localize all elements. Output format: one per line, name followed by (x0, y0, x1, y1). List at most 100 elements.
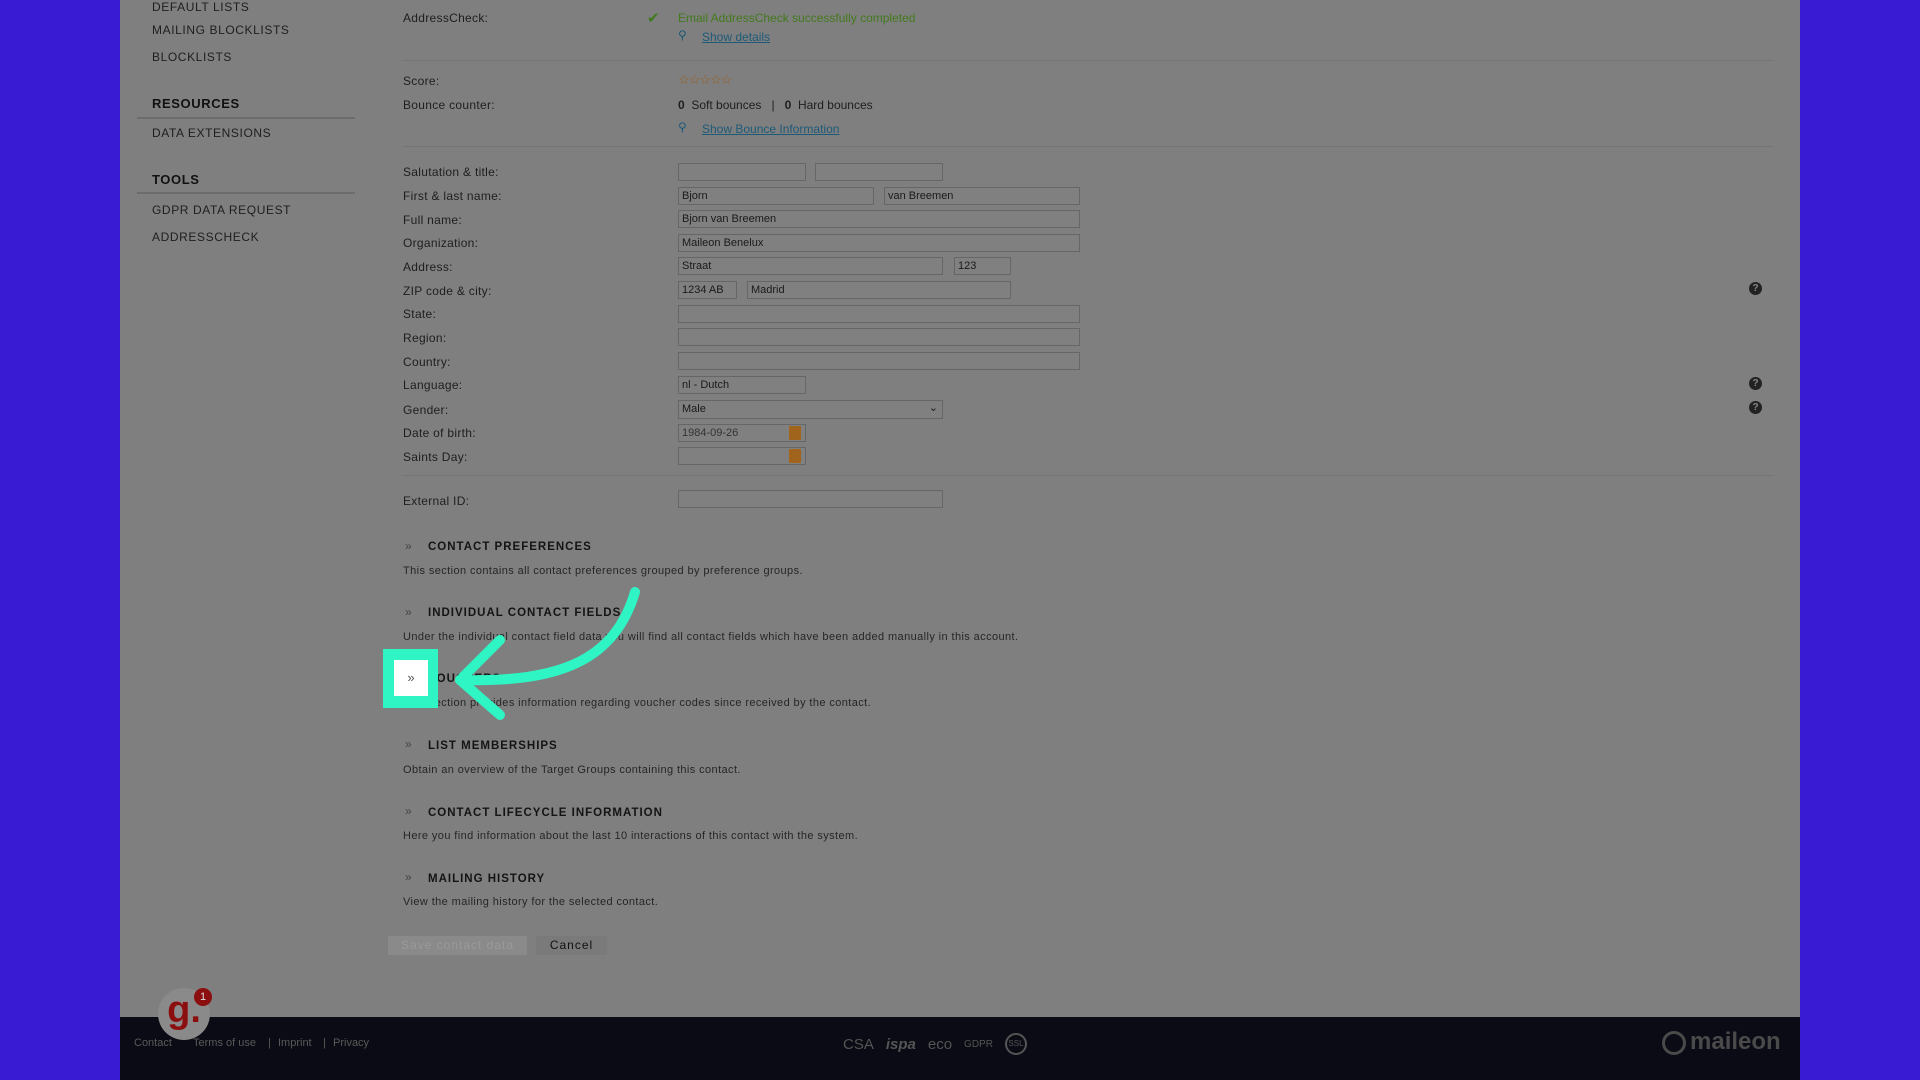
vouchers-expand-button[interactable]: » (394, 660, 428, 696)
dob-label: Date of birth: (403, 426, 476, 440)
sidebar-item-blocklists[interactable]: BLOCKLISTS (152, 50, 232, 64)
section-desc: Obtain an overview of the Target Groups … (403, 764, 741, 776)
sidebar-item-gdpr-data-request[interactable]: GDPR DATA REQUEST (152, 203, 291, 217)
bounce-label: Bounce counter: (403, 98, 495, 112)
country-input[interactable] (678, 352, 1080, 370)
section-title-list-memberships[interactable]: LIST MEMBERSHIPS (428, 740, 558, 752)
expand-icon[interactable]: » (405, 804, 412, 818)
separator: | (771, 98, 775, 112)
score-label: Score: (403, 74, 440, 88)
maileon-logo-icon (1662, 1031, 1686, 1055)
name-label: First & last name: (403, 189, 502, 203)
search-icon: ⚲ (678, 28, 687, 42)
divider (403, 146, 1773, 147)
street-input[interactable]: Straat (678, 257, 943, 275)
sidebar-item-data-extensions[interactable]: DATA EXTENSIONS (152, 126, 271, 140)
sidebar-heading-resources: RESOURCES (152, 96, 240, 111)
gdpr-logo: GDPR (964, 1038, 993, 1050)
section-desc: This section contains all contact prefer… (403, 565, 803, 577)
divider (137, 192, 355, 194)
gender-label: Gender: (403, 403, 449, 417)
search-icon: ⚲ (678, 120, 687, 134)
pointer-arrow (455, 587, 640, 720)
section-title-contact-lifecycle[interactable]: CONTACT LIFECYCLE INFORMATION (428, 807, 663, 819)
addresscheck-status: Email AddressCheck successfully complete… (678, 11, 916, 25)
certification-badges: CSA ispa eco GDPR SSL (843, 1033, 1027, 1055)
show-details-link[interactable]: Show details (702, 30, 770, 44)
hard-bounce-label: Hard bounces (797, 98, 873, 112)
expand-icon[interactable]: » (405, 737, 412, 751)
separator: | (268, 1037, 271, 1049)
zip-input[interactable]: 1234 AB (678, 281, 737, 299)
divider (403, 60, 1773, 61)
last-name-input[interactable]: van Breemen (884, 187, 1080, 205)
help-icon[interactable]: ? (1749, 282, 1762, 295)
salutation-label: Salutation & title: (403, 165, 499, 179)
save-contact-button[interactable]: Save contact data (388, 936, 527, 955)
section-title-contact-preferences[interactable]: CONTACT PREFERENCES (428, 541, 592, 553)
footer-link-terms[interactable]: Terms of use (193, 1037, 256, 1049)
main-panel (120, 0, 1800, 1017)
country-label: Country: (403, 355, 451, 369)
csa-logo: CSA (843, 1035, 874, 1053)
notification-badge: 1 (194, 988, 212, 1006)
title-input[interactable] (815, 163, 943, 181)
hard-bounce-count: 0 (784, 98, 792, 112)
show-bounce-info-link[interactable]: Show Bounce Information (702, 122, 839, 136)
ispa-logo: ispa (885, 1035, 916, 1053)
state-input[interactable] (678, 305, 1080, 323)
section-desc: Here you find information about the last… (403, 830, 859, 842)
salutation-input[interactable] (678, 163, 806, 181)
divider (137, 117, 355, 119)
saints-label: Saints Day: (403, 450, 468, 464)
language-input[interactable]: nl - Dutch (678, 376, 806, 394)
help-icon[interactable]: ? (1749, 377, 1762, 390)
footer-link-imprint[interactable]: Imprint (278, 1037, 312, 1049)
footer-link-privacy[interactable]: Privacy (333, 1037, 369, 1049)
section-desc: View the mailing history for the selecte… (403, 896, 659, 908)
section-title-mailing-history[interactable]: MAILING HISTORY (428, 873, 545, 885)
organization-label: Organization: (403, 236, 479, 250)
help-icon[interactable]: ? (1749, 401, 1762, 414)
sidebar-item-addresscheck[interactable]: ADDRESSCHECK (152, 230, 259, 244)
external-id-input[interactable] (678, 490, 943, 508)
region-input[interactable] (678, 328, 1080, 346)
sidebar-item-default-lists[interactable]: DEFAULT LISTS (152, 0, 249, 14)
address-label: Address: (403, 260, 453, 274)
bounce-counter: 0 Soft bounces | 0 Hard bounces (678, 98, 873, 112)
saints-day-input[interactable] (678, 447, 806, 465)
full-name-input[interactable]: Bjorn van Breemen (678, 210, 1080, 228)
gender-value: Male (682, 403, 706, 415)
check-icon: ✔ (647, 10, 660, 27)
sidebar-item-mailing-blocklists[interactable]: MAILING BLOCKLISTS (152, 23, 290, 37)
region-label: Region: (403, 331, 447, 345)
state-label: State: (403, 307, 437, 321)
cancel-button[interactable]: Cancel (536, 936, 607, 955)
full-name-label: Full name: (403, 213, 463, 227)
dob-input[interactable]: 1984-09-26 (678, 424, 806, 442)
addresscheck-label: AddressCheck: (403, 11, 489, 25)
gender-select[interactable]: Male ⌄ (678, 400, 943, 419)
expand-icon[interactable]: » (405, 539, 412, 553)
footer-link-contact[interactable]: Contact (134, 1037, 172, 1049)
city-input[interactable]: Madrid (747, 281, 1011, 299)
divider (403, 475, 1773, 476)
sidebar-heading-tools: TOOLS (152, 172, 200, 187)
expand-icon[interactable]: » (405, 605, 412, 619)
expand-icon[interactable]: » (405, 870, 412, 884)
chevron-down-icon: ⌄ (928, 402, 938, 414)
eco-logo: eco (927, 1035, 953, 1053)
house-number-input[interactable]: 123 (954, 257, 1011, 275)
maileon-logo: maileon (1690, 1028, 1781, 1055)
language-label: Language: (403, 378, 463, 392)
ssl-logo: SSL (1004, 1033, 1027, 1055)
soft-bounce-count: 0 (678, 98, 685, 112)
calendar-icon[interactable] (789, 449, 801, 463)
separator: | (323, 1037, 326, 1049)
soft-bounce-label: Soft bounces (691, 98, 762, 112)
calendar-icon[interactable] (789, 426, 801, 440)
zip-label: ZIP code & city: (403, 284, 492, 298)
first-name-input[interactable]: Bjorn (678, 187, 874, 205)
score-stars: ☆☆☆☆☆ (678, 72, 732, 87)
organization-input[interactable]: Maileon Benelux (678, 234, 1080, 252)
